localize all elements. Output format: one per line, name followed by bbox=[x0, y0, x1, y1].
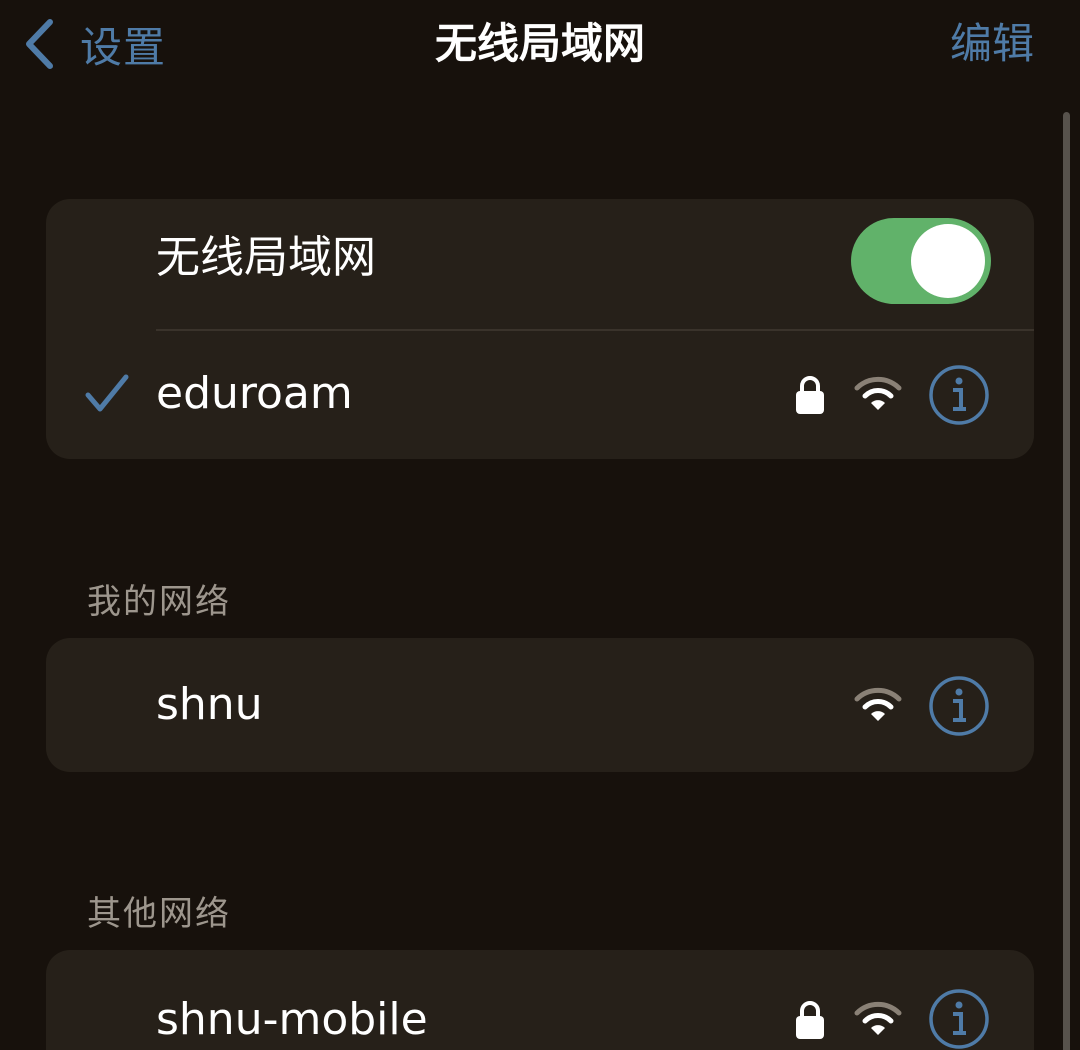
wifi-toggle-row: 无线局域网 bbox=[46, 199, 1034, 329]
wifi-icon bbox=[854, 376, 902, 410]
wifi-main-group: 无线局域网 eduroam bbox=[46, 199, 1034, 459]
network-name: shnu-mobile bbox=[156, 994, 428, 1045]
checkmark-icon bbox=[85, 374, 129, 412]
connected-network-row[interactable]: eduroam bbox=[46, 329, 1034, 459]
info-icon[interactable] bbox=[928, 675, 990, 737]
network-row[interactable]: shnu-mobile bbox=[46, 950, 1034, 1050]
scrollbar[interactable] bbox=[1063, 112, 1070, 1050]
info-icon[interactable] bbox=[928, 988, 990, 1050]
wifi-settings-screen: 设置 无线局域网 编辑 无线局域网 eduroam 我的网络 shnu 其他网络… bbox=[0, 0, 1080, 1050]
wifi-icon bbox=[854, 687, 902, 721]
network-row[interactable]: shnu bbox=[46, 638, 1034, 772]
lock-icon bbox=[796, 376, 824, 414]
wifi-toggle-label: 无线局域网 bbox=[156, 232, 376, 283]
info-icon[interactable] bbox=[928, 364, 990, 426]
lock-icon bbox=[796, 1001, 824, 1039]
other-networks-group: shnu-mobile bbox=[46, 950, 1034, 1050]
network-name: shnu bbox=[156, 679, 263, 730]
my-networks-header: 我的网络 bbox=[87, 582, 231, 622]
network-name: eduroam bbox=[156, 368, 353, 419]
my-networks-group: shnu bbox=[46, 638, 1034, 772]
other-networks-header: 其他网络 bbox=[87, 894, 231, 934]
wifi-toggle-switch[interactable] bbox=[851, 218, 991, 304]
edit-button[interactable]: 编辑 bbox=[950, 14, 1034, 74]
toggle-knob bbox=[911, 224, 985, 298]
wifi-icon bbox=[854, 1001, 902, 1035]
page-title: 无线局域网 bbox=[434, 19, 645, 68]
